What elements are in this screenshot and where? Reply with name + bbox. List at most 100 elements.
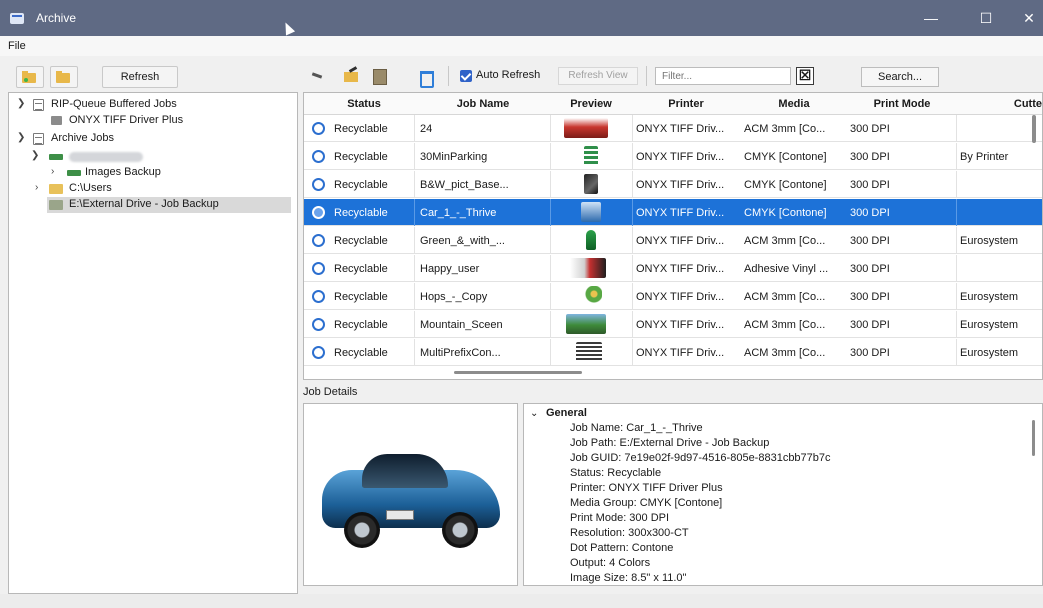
cell-print-mode: 300 DPI — [850, 347, 890, 359]
column-header-cutter[interactable]: Cutte — [956, 98, 1042, 110]
filter-input[interactable] — [655, 67, 791, 85]
properties-icon[interactable] — [369, 66, 389, 86]
chevron-down-icon[interactable]: ⌄ — [530, 408, 538, 419]
redacted-label — [69, 152, 143, 162]
column-header-job-name[interactable]: Job Name — [416, 98, 550, 110]
add-folder-button[interactable] — [16, 66, 44, 88]
cell-printer: ONYX TIFF Driv... — [636, 151, 725, 163]
column-header-preview[interactable]: Preview — [550, 98, 632, 110]
column-header-status[interactable]: Status — [312, 98, 416, 110]
job-properties-pane[interactable]: ⌄ General Job Name: Car_1_-_Thrive Job P… — [523, 403, 1043, 586]
cell-divider — [550, 115, 551, 142]
table-row[interactable]: Recyclable 30MinParking ONYX TIFF Driv..… — [304, 143, 1042, 170]
status-icon — [312, 150, 325, 163]
property-output: Output: 4 Colors — [570, 557, 651, 569]
cell-printer: ONYX TIFF Driv... — [636, 207, 725, 219]
properties-scrollbar[interactable] — [1032, 420, 1035, 456]
preview-thumbnail — [586, 230, 596, 250]
cell-print-mode: 300 DPI — [850, 207, 890, 219]
preview-thumbnail — [566, 314, 606, 334]
menu-file[interactable]: File — [8, 40, 26, 52]
cell-job-name: Car_1_-_Thrive — [420, 207, 497, 219]
chevron-down-icon[interactable]: ❯ — [17, 98, 25, 109]
auto-refresh-checkbox[interactable] — [460, 70, 472, 82]
cell-divider — [956, 115, 957, 142]
close-button[interactable]: ✕ — [1006, 0, 1043, 36]
open-icon[interactable] — [341, 66, 361, 86]
cell-divider — [632, 143, 633, 170]
table-row[interactable]: Recyclable Happy_user ONYX TIFF Driv... … — [304, 255, 1042, 282]
table-row-selected[interactable]: Recyclable Car_1_-_Thrive ONYX TIFF Driv… — [304, 199, 1042, 226]
cell-divider — [550, 255, 551, 282]
cell-divider — [414, 227, 415, 254]
table-row[interactable]: Recyclable Hops_-_Copy ONYX TIFF Driv...… — [304, 283, 1042, 310]
cell-status: Recyclable — [334, 263, 388, 275]
tree-item-images-backup[interactable]: › Images Backup — [9, 165, 297, 181]
grid-horizontal-scrollbar[interactable] — [454, 371, 582, 374]
cell-status: Recyclable — [334, 319, 388, 331]
chevron-right-icon[interactable]: › — [51, 166, 54, 177]
drive-icon — [67, 170, 81, 176]
property-job-name: Job Name: Car_1_-_Thrive — [570, 422, 703, 434]
property-print-mode: Print Mode: 300 DPI — [570, 512, 670, 524]
table-row[interactable]: Recyclable Green_&_with_... ONYX TIFF Dr… — [304, 227, 1042, 254]
car-windshield — [362, 454, 448, 488]
refresh-button[interactable]: Refresh — [102, 66, 178, 88]
cell-divider — [414, 311, 415, 338]
folder-tree[interactable]: ❯ RIP-Queue Buffered Jobs ONYX TIFF Driv… — [8, 92, 298, 594]
preview-thumbnail — [564, 118, 608, 138]
grid-toolbar: Auto Refresh Refresh View ☒ Search... — [303, 62, 1043, 90]
search-button[interactable]: Search... — [861, 67, 939, 87]
tree-item-archive-jobs[interactable]: ❯ Archive Jobs — [9, 131, 297, 147]
cell-print-mode: 300 DPI — [850, 291, 890, 303]
toolbar-divider — [448, 66, 449, 86]
column-header-print-mode[interactable]: Print Mode — [848, 98, 956, 110]
tree-item-rip-queue[interactable]: ❯ RIP-Queue Buffered Jobs — [9, 97, 297, 113]
cell-divider — [956, 227, 957, 254]
printer-icon — [51, 116, 62, 125]
folder-button[interactable] — [50, 66, 78, 88]
folder-icon — [49, 184, 63, 194]
cell-media: ACM 3mm [Co... — [744, 319, 826, 331]
title-bar: Archive — ☐ ✕ — [0, 0, 1043, 36]
tree-item-onyx-driver[interactable]: ONYX TIFF Driver Plus — [9, 113, 297, 129]
jobs-grid[interactable]: Status Job Name Preview Printer Media Pr… — [303, 92, 1043, 380]
table-row[interactable]: Recyclable 24 ONYX TIFF Driv... ACM 3mm … — [304, 115, 1042, 142]
back-icon[interactable] — [307, 66, 327, 86]
preview-thumbnail — [584, 146, 598, 166]
column-header-media[interactable]: Media — [740, 98, 848, 110]
refresh-view-button[interactable]: Refresh View — [558, 67, 638, 85]
cell-cutter: Eurosystem — [960, 347, 1019, 359]
table-row[interactable]: Recyclable B&W_pict_Base... ONYX TIFF Dr… — [304, 171, 1042, 198]
tree-item-label: ONYX TIFF Driver Plus — [69, 114, 184, 126]
maximize-button[interactable]: ☐ — [963, 0, 1009, 36]
chevron-down-icon[interactable]: ❯ — [17, 132, 25, 143]
folder-icon — [56, 71, 70, 83]
table-row[interactable]: Recyclable Mountain_Sceen ONYX TIFF Driv… — [304, 311, 1042, 338]
chevron-right-icon[interactable]: › — [35, 182, 38, 193]
minimize-button[interactable]: — — [908, 0, 954, 36]
cell-divider — [956, 143, 957, 170]
column-header-printer[interactable]: Printer — [632, 98, 740, 110]
cell-divider — [956, 311, 957, 338]
cell-cutter: Eurosystem — [960, 291, 1019, 303]
drive-icon — [49, 154, 63, 160]
cell-divider — [632, 171, 633, 198]
property-status: Status: Recyclable — [570, 467, 662, 479]
table-row[interactable]: Recyclable MultiPrefixCon... ONYX TIFF D… — [304, 339, 1042, 366]
cell-divider — [956, 283, 957, 310]
grid-vertical-scrollbar[interactable] — [1032, 115, 1036, 143]
tree-item-external-drive[interactable]: E:\External Drive - Job Backup — [47, 197, 291, 213]
clear-filter-button[interactable]: ☒ — [796, 67, 814, 85]
cell-divider — [414, 283, 415, 310]
status-icon — [312, 262, 325, 275]
trash-icon[interactable] — [415, 66, 435, 88]
chevron-down-icon[interactable]: ❯ — [31, 150, 39, 161]
tree-item-drive[interactable]: ❯ — [9, 149, 297, 165]
cell-job-name: Green_&_with_... — [420, 235, 505, 247]
cell-divider — [632, 227, 633, 254]
preview-thumbnail — [582, 286, 602, 306]
cell-divider — [632, 339, 633, 366]
cell-media: Adhesive Vinyl ... — [744, 263, 829, 275]
tree-item-c-users[interactable]: › C:\Users — [9, 181, 297, 197]
